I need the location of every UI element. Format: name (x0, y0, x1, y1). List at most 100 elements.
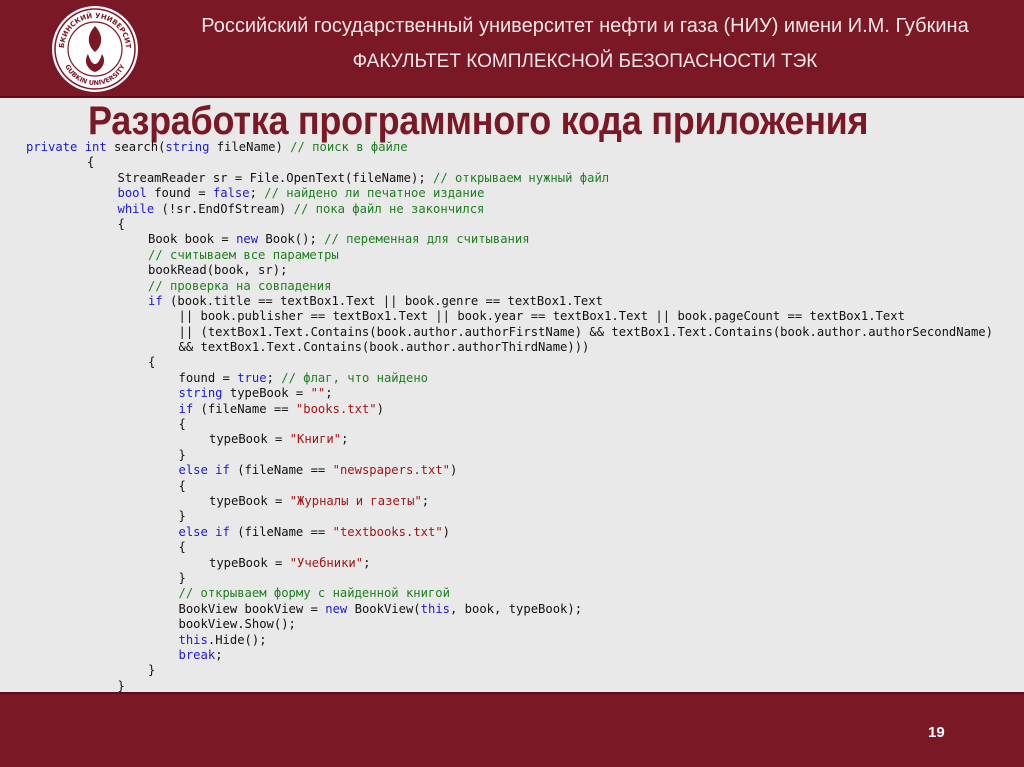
code-text: found = (146, 186, 213, 201)
code-text: ; (215, 647, 223, 662)
code-line: bookRead(book, sr); (26, 263, 1024, 278)
code-text: } (178, 447, 186, 462)
code-text: { (178, 540, 186, 555)
code-string: "Книги" (289, 432, 342, 447)
code-line: } (26, 509, 1024, 524)
code-comment: // флаг, что найдено (281, 370, 428, 385)
code-line: found = true; // флаг, что найдено (26, 371, 1024, 386)
code-line: StreamReader sr = File.OpenText(fileName… (26, 171, 1024, 186)
code-keyword: this (178, 632, 208, 647)
code-string: "Учебники" (289, 555, 364, 570)
code-comment: // переменная для считывания (324, 232, 530, 247)
code-line: bookView.Show(); (26, 617, 1024, 632)
code-line: { (26, 479, 1024, 494)
code-string: "textbooks.txt" (332, 524, 443, 539)
code-text: .Hide(); (207, 632, 267, 647)
code-text: { (178, 478, 186, 493)
code-text: typeBook = (209, 493, 290, 508)
faculty-name: ФАКУЛЬТЕТ КОМПЛЕКСНОЙ БЕЗОПАСНОСТИ ТЭК (352, 51, 818, 72)
code-line: { (26, 217, 1024, 232)
code-line: { (26, 355, 1024, 370)
code-comment: // пока файл не закончился (293, 201, 485, 216)
code-line: while (!sr.EndOfStream) // пока файл не … (26, 202, 1024, 217)
code-line: break; (26, 648, 1024, 663)
slide-title: Разработка программного кода приложения (88, 99, 869, 143)
page-number: 19 (928, 724, 945, 741)
code-line: private int search(string fileName) // п… (26, 140, 1024, 155)
code-text: ; (363, 555, 371, 570)
code-line: // открываем форму с найденной книгой (26, 586, 1024, 601)
slide-header: ГУБКИНСКИЙ УНИВЕРСИТЕТ GUBKIN UNIVERSITY… (0, 0, 1024, 98)
code-comment: // считываем все параметры (148, 247, 339, 262)
code-line: if (book.title == textBox1.Text || book.… (26, 294, 1024, 309)
code-text: BookView bookView = (178, 601, 326, 616)
code-text: && textBox1.Text.Contains(book.author.au… (178, 340, 590, 355)
code-comment: // поиск в файле (290, 140, 408, 154)
code-comment: // найдено ли печатное издание (264, 186, 485, 201)
code-text: } (117, 678, 125, 692)
code-string: "books.txt" (295, 401, 377, 416)
code-text: (fileName == (229, 463, 333, 478)
code-line: // считываем все параметры (26, 248, 1024, 263)
code-line: } (26, 448, 1024, 463)
code-keyword: new (236, 232, 259, 247)
code-text: Book(); (258, 232, 325, 247)
code-line: || (textBox1.Text.Contains(book.author.a… (26, 325, 1024, 340)
code-string: "Журналы и газеты" (289, 493, 422, 508)
university-name: Российский государственный университет н… (201, 15, 969, 37)
code-line: typeBook = "Книги"; (26, 432, 1024, 447)
code-text: ; (341, 432, 349, 447)
code-keyword: new (325, 601, 348, 616)
code-text: || book.publisher == textBox1.Text || bo… (178, 309, 905, 324)
code-keyword: else if (178, 463, 230, 478)
code-line: typeBook = "Журналы и газеты"; (26, 494, 1024, 509)
code-line: bool found = false; // найдено ли печатн… (26, 186, 1024, 201)
code-keyword: else if (178, 524, 230, 539)
code-text: } (178, 509, 186, 524)
code-line: BookView bookView = new BookView(this, b… (26, 602, 1024, 617)
code-text: (!sr.EndOfStream) (154, 201, 294, 216)
code-comment: // проверка на совпадения (148, 278, 332, 293)
code-text: ) (442, 524, 451, 539)
code-text: BookView( (347, 601, 421, 616)
code-text: (fileName == (229, 524, 333, 539)
code-text: bookView.Show(); (178, 617, 296, 632)
code-line: this.Hide(); (26, 633, 1024, 648)
code-text: ) (450, 463, 458, 478)
code-text: typeBook = (209, 432, 290, 447)
code-text: || (textBox1.Text.Contains(book.author.a… (178, 324, 993, 339)
code-text: { (117, 216, 125, 231)
code-line: } (26, 679, 1024, 692)
code-text: bookRead(book, sr); (148, 263, 288, 278)
code-text: search( (106, 140, 166, 154)
code-line: Book book = new Book(); // переменная дл… (26, 232, 1024, 247)
code-text: found = (178, 370, 238, 385)
slide-footer (0, 692, 1024, 767)
code-text: ; (249, 186, 265, 201)
code-text: , book, typeBook); (450, 601, 583, 616)
code-text: } (148, 663, 156, 678)
code-line: || book.publisher == textBox1.Text || bo… (26, 309, 1024, 324)
footer-divider (0, 692, 1024, 694)
code-text: } (178, 570, 186, 585)
code-line: else if (fileName == "textbooks.txt") (26, 525, 1024, 540)
code-text: { (178, 417, 186, 432)
code-line: } (26, 571, 1024, 586)
code-text: { (148, 355, 156, 370)
code-text: ; (325, 386, 333, 401)
code-keyword: break (178, 647, 216, 662)
code-line: else if (fileName == "newspapers.txt") (26, 463, 1024, 478)
code-line: { (26, 540, 1024, 555)
code-line: string typeBook = ""; (26, 386, 1024, 401)
code-line: { (26, 417, 1024, 432)
code-keyword: string (178, 386, 223, 401)
code-line: // проверка на совпадения (26, 279, 1024, 294)
code-text: (book.title == textBox1.Text || book.gen… (162, 293, 603, 308)
university-logo-icon: ГУБКИНСКИЙ УНИВЕРСИТЕТ GUBKIN UNIVERSITY (50, 4, 138, 92)
code-text: fileName) (209, 140, 291, 154)
code-line: { (26, 155, 1024, 170)
code-text: StreamReader sr = File.OpenText(fileName… (117, 170, 434, 185)
code-text: (fileName == (193, 401, 296, 416)
code-keyword: while (117, 201, 155, 216)
code-text: typeBook = (209, 555, 290, 570)
